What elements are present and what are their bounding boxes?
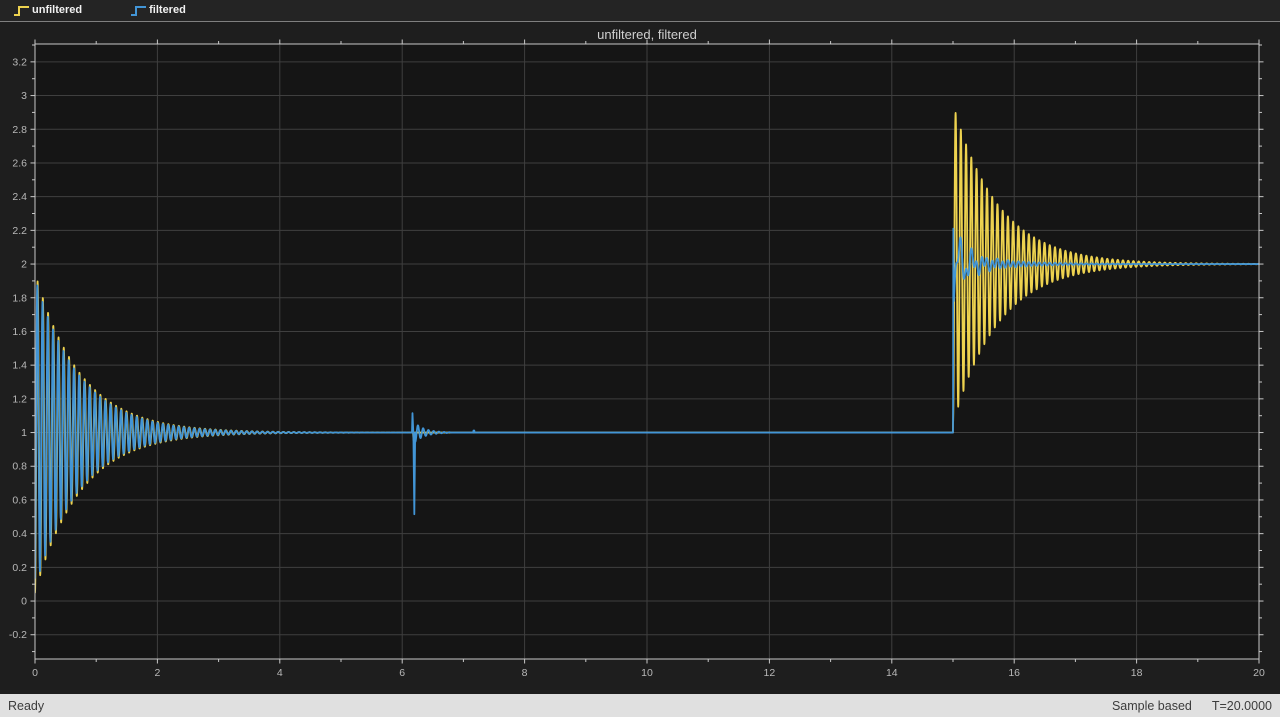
svg-text:0: 0 [21,596,27,608]
svg-text:0.8: 0.8 [12,461,27,473]
svg-text:6: 6 [399,667,405,679]
svg-text:1.8: 1.8 [12,292,27,304]
legend-toolbar: unfiltered filtered [0,0,1280,22]
step-signal-icon-blue [130,3,147,18]
svg-text:2: 2 [154,667,160,679]
svg-text:0.4: 0.4 [12,528,27,540]
svg-text:-0.2: -0.2 [9,629,27,641]
svg-text:18: 18 [1131,667,1143,679]
svg-text:3.2: 3.2 [12,56,27,68]
svg-text:0.6: 0.6 [12,494,27,506]
svg-text:0.2: 0.2 [12,562,27,574]
svg-text:2: 2 [21,259,27,271]
svg-text:1.6: 1.6 [12,326,27,338]
status-bar: Ready Sample based T=20.0000 [0,694,1280,717]
status-sample-mode: Sample based [1112,699,1192,713]
svg-text:2.4: 2.4 [12,191,27,203]
svg-text:2.8: 2.8 [12,124,27,136]
svg-text:1.2: 1.2 [12,393,27,405]
scope-plot-area[interactable]: unfiltered, filtered -0.200.20.40.60.811… [0,22,1280,694]
svg-text:1.4: 1.4 [12,360,27,372]
svg-text:3: 3 [21,90,27,102]
legend-label-filtered: filtered [149,0,186,21]
step-signal-icon-yellow [13,3,30,18]
svg-text:10: 10 [641,667,653,679]
svg-text:2.6: 2.6 [12,157,27,169]
svg-text:2.2: 2.2 [12,225,27,237]
status-ready: Ready [0,699,44,713]
legend-item-unfiltered[interactable]: unfiltered [13,0,82,21]
svg-text:20: 20 [1253,667,1265,679]
svg-text:1: 1 [21,427,27,439]
svg-text:12: 12 [764,667,776,679]
svg-text:0: 0 [32,667,38,679]
scope-window: unfiltered filtered unfiltered, filtered… [0,0,1280,717]
svg-text:8: 8 [522,667,528,679]
legend-label-unfiltered: unfiltered [32,0,82,21]
svg-text:14: 14 [886,667,898,679]
svg-text:16: 16 [1008,667,1020,679]
status-sim-time: T=20.0000 [1212,699,1272,713]
legend-item-filtered[interactable]: filtered [130,0,186,21]
svg-text:4: 4 [277,667,283,679]
